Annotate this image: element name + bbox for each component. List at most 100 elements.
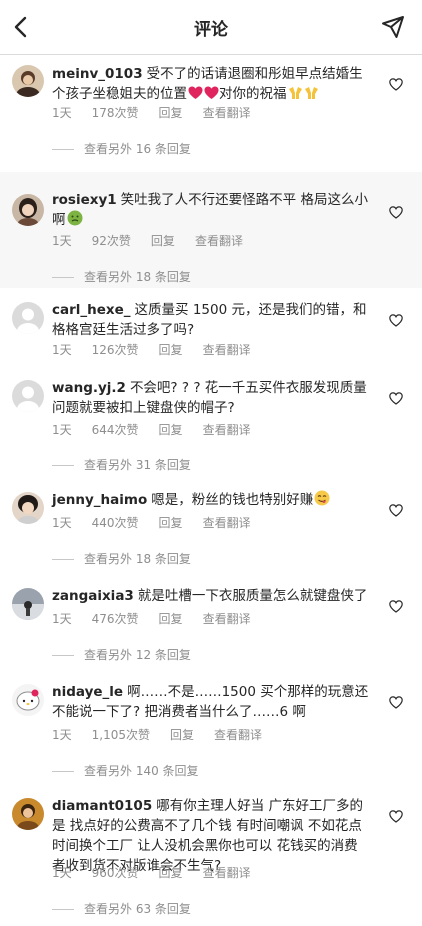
comment-text: zangaixia3 就是吐槽一下衣服质量怎么就键盘侠了 — [52, 588, 368, 604]
avatar[interactable] — [12, 684, 44, 716]
comment-time: 1天 — [52, 728, 72, 742]
like-heart-icon[interactable] — [389, 696, 403, 709]
comment-username[interactable]: meinv_0103 — [52, 66, 143, 82]
comment-item: meinv_0103 受不了的话请退圈和彤姐早点结婚生个孩子坐稳姐夫的位置 对你的祝… — [0, 54, 422, 172]
comment-text: rosiexy1 笑吐我了人不行还要怪路不平 格局这么小啊 — [52, 192, 368, 228]
raising-hands-icon — [288, 87, 302, 99]
reply-button[interactable]: 回复 — [159, 423, 183, 437]
comment-username[interactable]: wang.yj.2 — [52, 380, 126, 396]
avatar[interactable] — [12, 194, 44, 226]
comment-item: wang.yj.2 不会吧? ? ? 花一千五买件衣服发现质量问题就要被扣上键盘侠… — [0, 368, 422, 480]
like-count[interactable]: 644次赞 — [92, 423, 139, 437]
reply-button[interactable]: 回复 — [159, 612, 183, 626]
translate-button[interactable]: 查看翻译 — [195, 234, 243, 248]
avatar[interactable] — [12, 302, 44, 334]
like-count[interactable]: 126次赞 — [92, 343, 139, 357]
like-heart-icon[interactable] — [389, 504, 403, 517]
reply-divider — [52, 771, 74, 772]
reply-button[interactable]: 回复 — [159, 106, 183, 120]
reply-button[interactable]: 回复 — [170, 728, 194, 742]
translate-button[interactable]: 查看翻译 — [203, 612, 251, 626]
reply-button[interactable]: 回复 — [159, 343, 183, 357]
red-heart-icon — [188, 86, 203, 99]
reply-divider — [52, 559, 74, 560]
like-count[interactable]: 960次赞 — [92, 866, 139, 880]
comment-meta: 1天 960次赞 回复 查看翻译 — [52, 864, 271, 881]
red-heart-icon — [204, 86, 219, 99]
comment-username[interactable]: jenny_haimo — [52, 492, 147, 508]
view-replies-link[interactable]: 查看另外 63 条回复 — [52, 900, 191, 917]
avatar[interactable] — [12, 492, 44, 524]
avatar[interactable] — [12, 380, 44, 412]
like-heart-icon[interactable] — [389, 206, 403, 219]
comment-item: nidaye_le 啊……不是……1500 买个那样的玩意还不能说一下了? 把消费… — [0, 672, 422, 786]
comment-item: carl_hexe_ 这质量买 1500 元，还是我们的错，和格格宫廷生活过多了吗… — [0, 288, 422, 368]
reply-button[interactable]: 回复 — [159, 866, 183, 880]
comment-meta: 1天 92次赞 回复 查看翻译 — [52, 232, 263, 249]
reply-button[interactable]: 回复 — [151, 234, 175, 248]
comment-text: nidaye_le 啊……不是……1500 买个那样的玩意还不能说一下了? 把消费… — [52, 684, 369, 720]
reply-divider — [52, 655, 74, 656]
comment-meta: 1天 644次赞 回复 查看翻译 — [52, 421, 271, 438]
view-replies-link[interactable]: 查看另外 18 条回复 — [52, 268, 191, 285]
comment-username[interactable]: diamant0105 — [52, 798, 152, 814]
comment-meta: 1天 440次赞 回复 查看翻译 — [52, 514, 271, 531]
savoring-face-icon — [314, 490, 330, 506]
like-heart-icon[interactable] — [389, 392, 403, 405]
translate-button[interactable]: 查看翻译 — [203, 423, 251, 437]
comment-time: 1天 — [52, 423, 72, 437]
view-replies-link[interactable]: 查看另外 140 条回复 — [52, 762, 199, 779]
comment-item: rosiexy1 笑吐我了人不行还要怪路不平 格局这么小啊 1天 92次赞 回复 查看翻… — [0, 172, 422, 288]
comment-username[interactable]: nidaye_le — [52, 684, 123, 700]
like-count[interactable]: 178次赞 — [92, 106, 139, 120]
translate-button[interactable]: 查看翻译 — [203, 106, 251, 120]
reply-divider — [52, 277, 74, 278]
like-count[interactable]: 1,105次赞 — [92, 728, 150, 742]
view-replies-link[interactable]: 查看另外 16 条回复 — [52, 140, 191, 157]
like-heart-icon[interactable] — [389, 600, 403, 613]
comment-meta: 1天 126次赞 回复 查看翻译 — [52, 341, 271, 358]
comment-time: 1天 — [52, 106, 72, 120]
avatar[interactable] — [12, 588, 44, 620]
reply-divider — [52, 909, 74, 910]
view-replies-link[interactable]: 查看另外 31 条回复 — [52, 456, 191, 473]
comment-text: meinv_0103 受不了的话请退圈和彤姐早点结婚生个孩子坐稳姐夫的位置 对你的祝… — [52, 66, 363, 102]
like-heart-icon[interactable] — [389, 78, 403, 91]
comment-time: 1天 — [52, 612, 72, 626]
comment-text: wang.yj.2 不会吧? ? ? 花一千五买件衣服发现质量问题就要被扣上键盘侠… — [52, 380, 367, 416]
comment-meta: 1天 1,105次赞 回复 查看翻译 — [52, 726, 282, 743]
comment-item: diamant0105 哪有你主理人好当 广东好工厂多的是 找点好的公费高不了几个… — [0, 786, 422, 926]
comment-meta: 1天 476次赞 回复 查看翻译 — [52, 610, 271, 627]
translate-button[interactable]: 查看翻译 — [214, 728, 262, 742]
reply-button[interactable]: 回复 — [159, 516, 183, 530]
avatar[interactable] — [12, 798, 44, 830]
like-count[interactable]: 476次赞 — [92, 612, 139, 626]
page-title: 评论 — [194, 20, 228, 40]
comment-time: 1天 — [52, 234, 72, 248]
translate-button[interactable]: 查看翻译 — [203, 866, 251, 880]
comment-meta: 1天 178次赞 回复 查看翻译 — [52, 104, 271, 121]
comment-time: 1天 — [52, 866, 72, 880]
like-count[interactable]: 92次赞 — [92, 234, 131, 248]
comment-username[interactable]: zangaixia3 — [52, 588, 134, 604]
comment-item: zangaixia3 就是吐槽一下衣服质量怎么就键盘侠了 1天 476次赞 回复 查看翻… — [0, 576, 422, 672]
comment-username[interactable]: carl_hexe_ — [52, 302, 131, 318]
nauseated-face-icon — [67, 210, 82, 226]
view-replies-link[interactable]: 查看另外 12 条回复 — [52, 646, 191, 663]
raising-hands-icon — [304, 87, 318, 99]
comment-username[interactable]: rosiexy1 — [52, 192, 117, 208]
comment-item: jenny_haimo 嗯是，粉丝的钱也特别好赚 1天 440次赞 回复 查看翻译 查看… — [0, 480, 422, 576]
like-count[interactable]: 440次赞 — [92, 516, 139, 530]
translate-button[interactable]: 查看翻译 — [203, 516, 251, 530]
send-icon[interactable] — [380, 14, 406, 40]
avatar[interactable] — [12, 65, 44, 97]
comment-text: carl_hexe_ 这质量买 1500 元，还是我们的错，和格格宫廷生活过多了吗… — [52, 302, 367, 338]
comment-text: jenny_haimo 嗯是，粉丝的钱也特别好赚 — [52, 490, 370, 510]
comment-time: 1天 — [52, 343, 72, 357]
like-heart-icon[interactable] — [389, 810, 403, 823]
comment-time: 1天 — [52, 516, 72, 530]
translate-button[interactable]: 查看翻译 — [203, 343, 251, 357]
like-heart-icon[interactable] — [389, 314, 403, 327]
view-replies-link[interactable]: 查看另外 18 条回复 — [52, 550, 191, 567]
reply-divider — [52, 149, 74, 150]
